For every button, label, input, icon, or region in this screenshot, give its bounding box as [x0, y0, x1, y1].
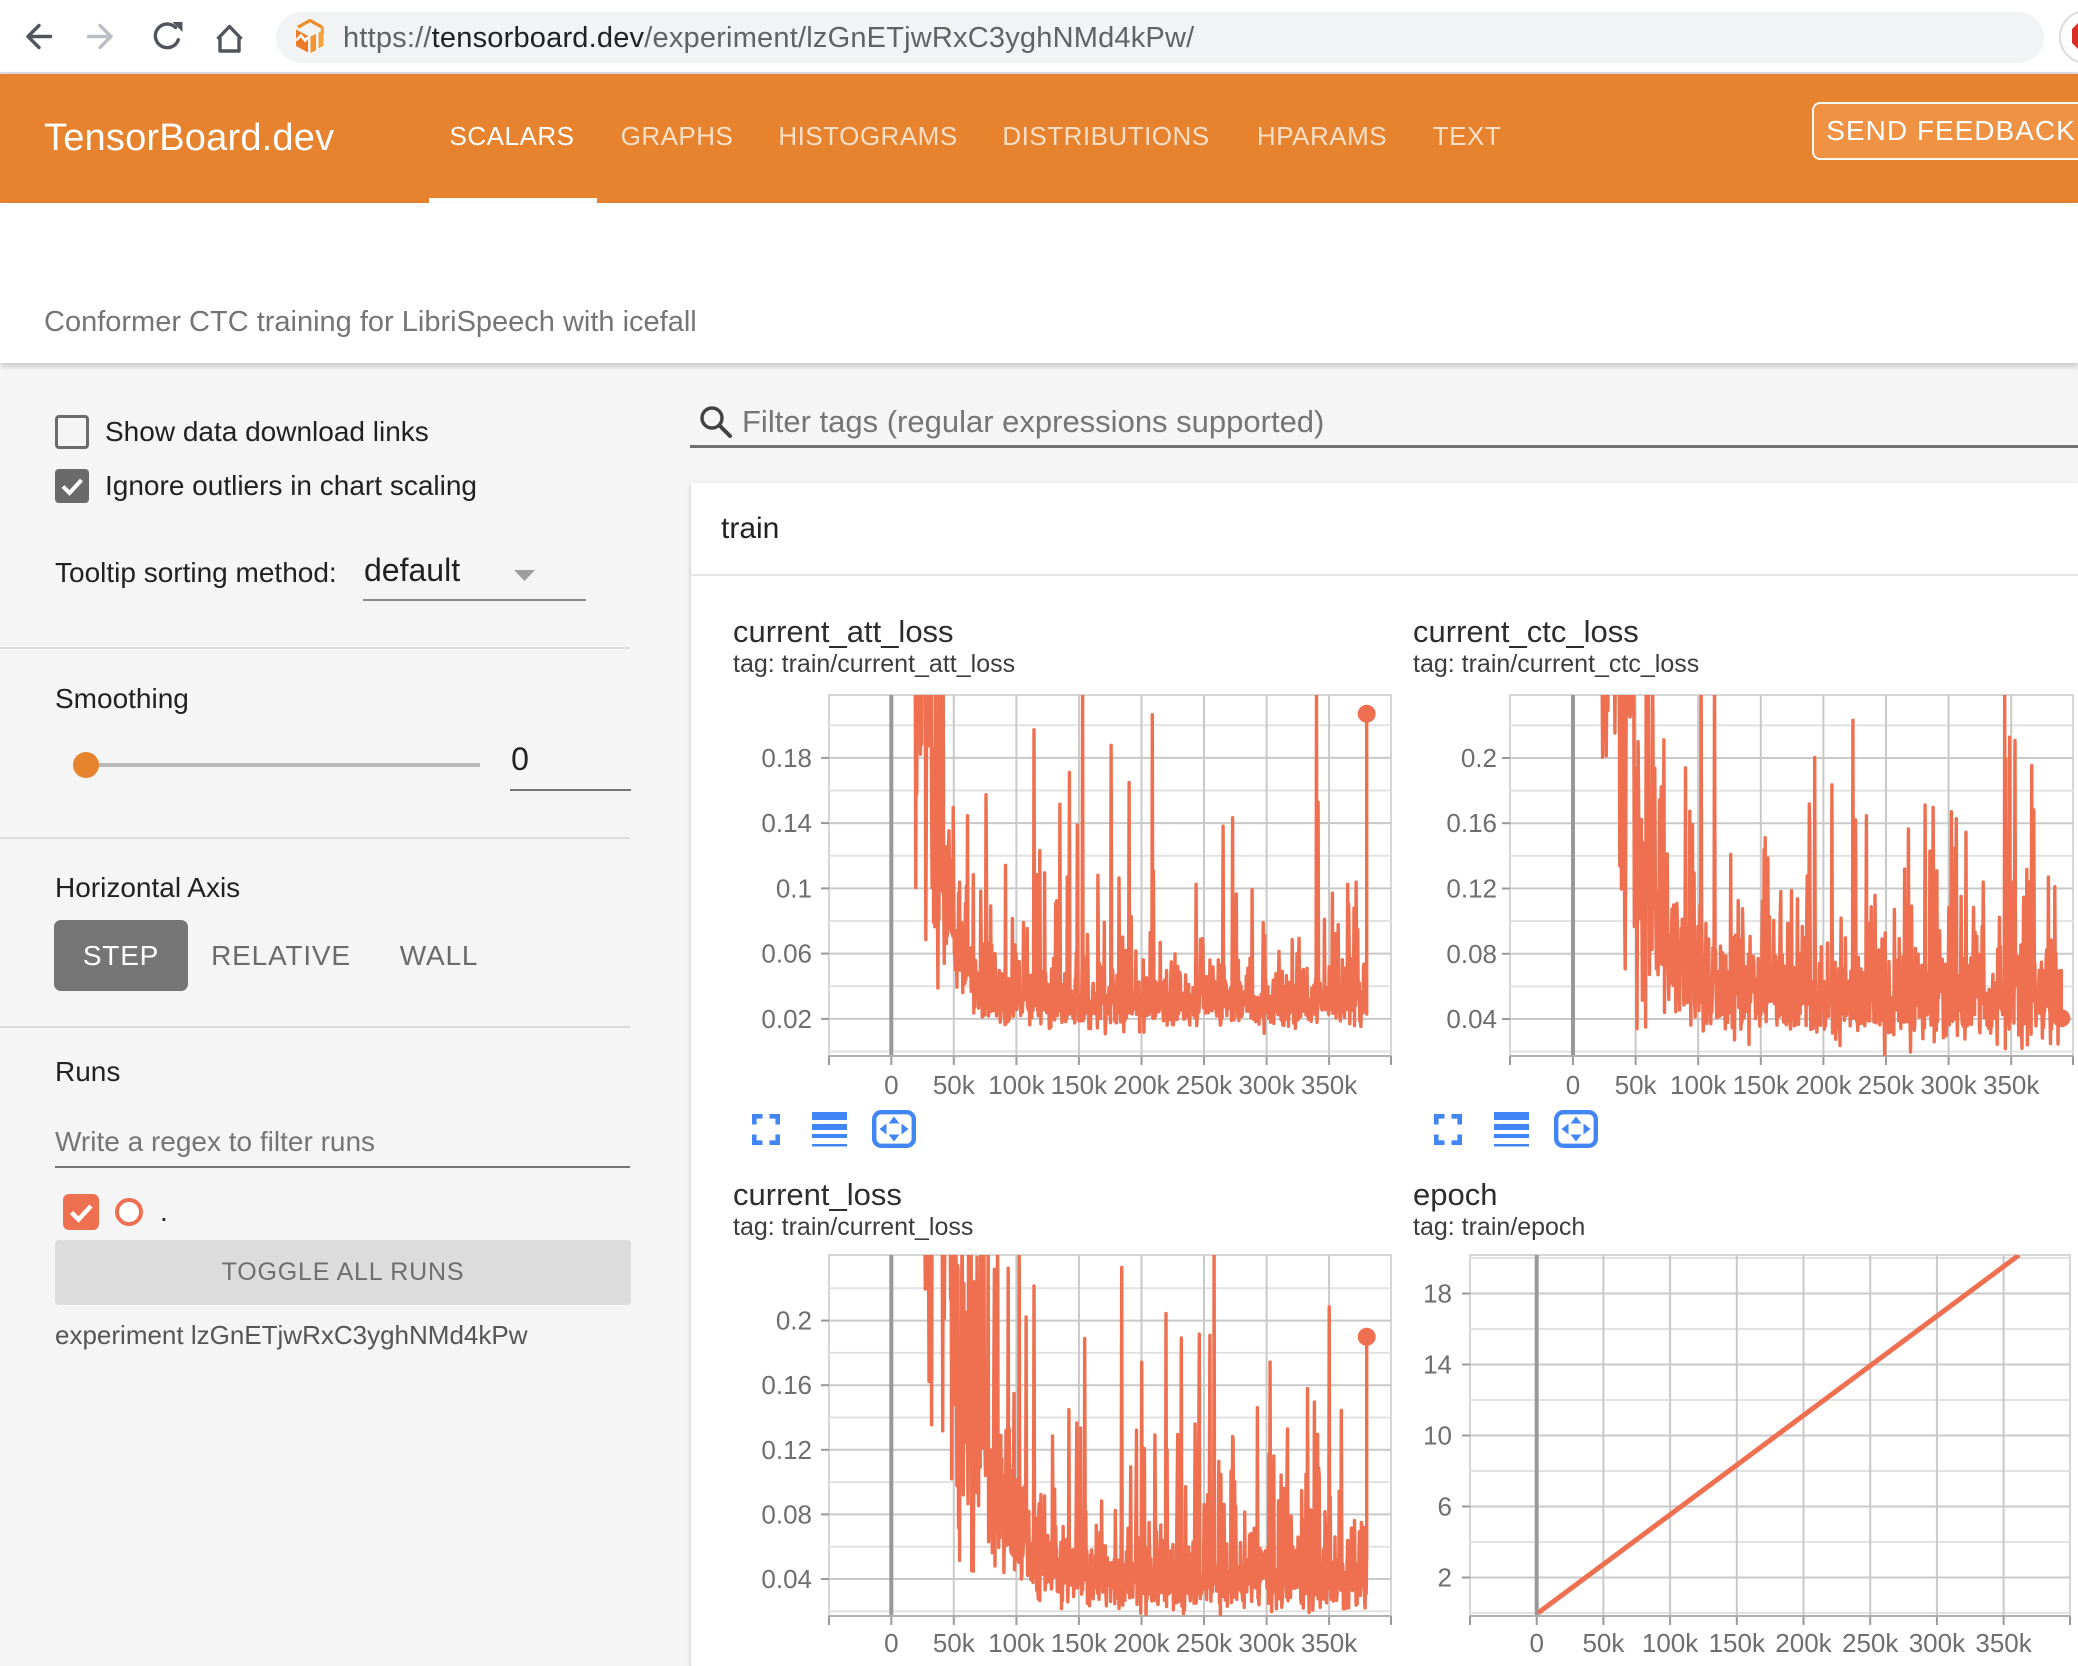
svg-text:14: 14: [1423, 1350, 1452, 1380]
svg-text:current_loss: current_loss: [733, 1177, 902, 1212]
svg-text:0.06: 0.06: [761, 939, 812, 969]
svg-text:0.04: 0.04: [1446, 1004, 1497, 1034]
svg-text:350k: 350k: [1301, 1628, 1358, 1658]
svg-text:50k: 50k: [933, 1628, 976, 1658]
svg-text:300k: 300k: [1238, 1070, 1295, 1100]
svg-text:tag: train/epoch: tag: train/epoch: [1413, 1213, 1585, 1241]
svg-text:0.1: 0.1: [776, 873, 812, 903]
svg-text:0.16: 0.16: [1446, 808, 1497, 838]
svg-text:18: 18: [1423, 1279, 1452, 1309]
svg-text:6: 6: [1438, 1492, 1452, 1522]
svg-text:200k: 200k: [1113, 1628, 1170, 1658]
svg-text:350k: 350k: [1983, 1070, 2040, 1100]
svg-text:0.2: 0.2: [1461, 743, 1497, 773]
svg-text:350k: 350k: [1301, 1070, 1358, 1100]
svg-text:200k: 200k: [1113, 1070, 1170, 1100]
svg-text:50k: 50k: [933, 1070, 976, 1100]
svg-text:0.2: 0.2: [776, 1306, 812, 1336]
svg-text:epoch: epoch: [1413, 1177, 1497, 1212]
svg-text:0.12: 0.12: [761, 1435, 812, 1465]
svg-text:0.02: 0.02: [761, 1004, 812, 1034]
svg-text:100k: 100k: [1642, 1628, 1699, 1658]
svg-text:0.08: 0.08: [761, 1499, 812, 1529]
svg-text:300k: 300k: [1920, 1070, 1977, 1100]
svg-text:0.08: 0.08: [1446, 939, 1497, 969]
svg-text:250k: 250k: [1858, 1070, 1915, 1100]
svg-text:tag: train/current_ctc_loss: tag: train/current_ctc_loss: [1413, 650, 1699, 678]
svg-text:300k: 300k: [1909, 1628, 1966, 1658]
svg-text:0.14: 0.14: [761, 808, 812, 838]
svg-text:50k: 50k: [1582, 1628, 1625, 1658]
svg-text:0.18: 0.18: [761, 743, 812, 773]
svg-text:0: 0: [884, 1070, 898, 1100]
svg-text:0: 0: [1566, 1070, 1580, 1100]
svg-text:tag: train/current_loss: tag: train/current_loss: [733, 1213, 973, 1241]
svg-text:0.12: 0.12: [1446, 874, 1497, 904]
svg-text:250k: 250k: [1176, 1628, 1233, 1658]
svg-text:2: 2: [1438, 1563, 1452, 1593]
svg-text:150k: 150k: [1733, 1070, 1790, 1100]
svg-text:150k: 150k: [1051, 1628, 1108, 1658]
svg-text:tag: train/current_att_loss: tag: train/current_att_loss: [733, 650, 1015, 678]
svg-text:100k: 100k: [988, 1628, 1045, 1658]
svg-text:250k: 250k: [1176, 1070, 1233, 1100]
svg-text:0.04: 0.04: [761, 1564, 812, 1594]
svg-text:0: 0: [884, 1628, 898, 1658]
svg-text:100k: 100k: [988, 1070, 1045, 1100]
svg-text:0: 0: [1529, 1628, 1543, 1658]
svg-text:150k: 150k: [1051, 1070, 1108, 1100]
svg-text:10: 10: [1423, 1421, 1452, 1451]
svg-text:150k: 150k: [1709, 1628, 1766, 1658]
svg-text:200k: 200k: [1775, 1628, 1832, 1658]
svg-text:100k: 100k: [1670, 1070, 1727, 1100]
svg-text:current_att_loss: current_att_loss: [733, 614, 954, 649]
svg-text:current_ctc_loss: current_ctc_loss: [1413, 614, 1639, 649]
svg-text:200k: 200k: [1795, 1070, 1852, 1100]
svg-text:50k: 50k: [1615, 1070, 1658, 1100]
svg-text:0.16: 0.16: [761, 1370, 812, 1400]
svg-text:350k: 350k: [1975, 1628, 2032, 1658]
svg-text:300k: 300k: [1238, 1628, 1295, 1658]
svg-text:250k: 250k: [1842, 1628, 1899, 1658]
